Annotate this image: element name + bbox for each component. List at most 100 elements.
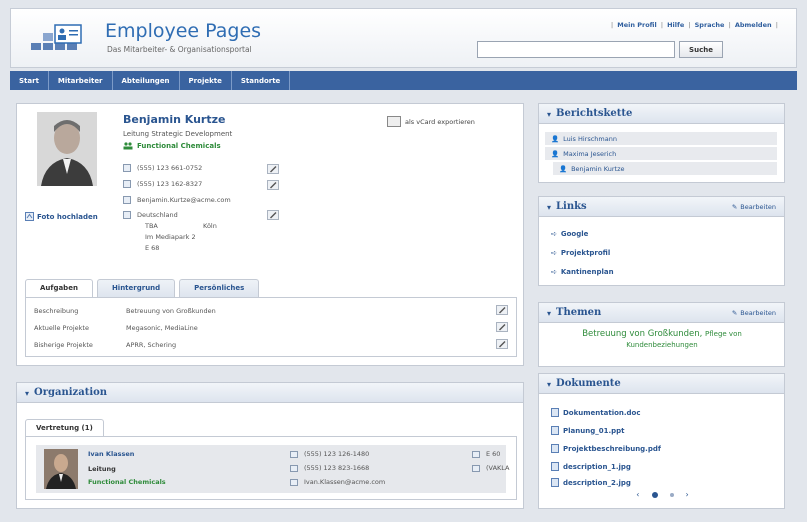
person-icon: 👤	[559, 164, 568, 173]
photo-upload-label: Foto hochladen	[37, 212, 98, 221]
topics-edit-button[interactable]: ✎ Bearbeiten	[732, 309, 776, 317]
topics-text: Betreuung von Großkunden, Pflege von Kun…	[549, 329, 775, 351]
address-row: Deutschland	[123, 211, 178, 219]
list-item[interactable]: 👤 Luis Hirschmann	[545, 132, 777, 145]
group-icon	[123, 142, 133, 150]
documents-header[interactable]: ▾ Dokumente	[539, 374, 784, 394]
deputy-email[interactable]: Ivan.Klassen@acme.com	[304, 478, 385, 486]
nav-abteilungen[interactable]: Abteilungen	[113, 71, 180, 90]
topic-main[interactable]: Betreuung von Großkunden,	[582, 329, 702, 339]
upload-icon	[25, 212, 34, 221]
tab-aufgaben[interactable]: Aufgaben	[25, 279, 93, 298]
vcard-label: als vCard exportieren	[405, 117, 475, 126]
deputy-company[interactable]: Functional Chemicals	[88, 478, 166, 486]
chevron-left-icon[interactable]: ‹	[636, 490, 639, 499]
edit-past-projects-icon[interactable]	[496, 339, 508, 349]
reporting-chain-header[interactable]: ▾ Berichtskette	[539, 104, 784, 124]
tab-hintergrund[interactable]: Hintergrund	[96, 279, 176, 298]
document-item[interactable]: description_2.jpg	[551, 478, 631, 487]
address-room-row: E 68	[145, 244, 159, 252]
person-icon: 👤	[551, 149, 560, 158]
list-item[interactable]: 👤 Benjamin Kurtze	[553, 162, 777, 175]
deputy-role: Leitung	[88, 465, 116, 473]
link-kantinenplan[interactable]: ➪ Kantinenplan	[551, 268, 614, 276]
address-street: Im Mediapark 2	[145, 233, 196, 241]
links-edit-button[interactable]: ✎ Bearbeiten	[732, 203, 776, 211]
nav-standorte[interactable]: Standorte	[232, 71, 291, 90]
organization-header[interactable]: ▾ Organization	[17, 383, 523, 403]
collapse-arrow-icon: ▾	[547, 307, 552, 318]
topics-header[interactable]: ▾ Themen ✎ Bearbeiten	[539, 303, 784, 323]
link-mein-profil[interactable]: Mein Profil	[617, 21, 656, 29]
link-sprache[interactable]: Sprache	[695, 21, 725, 29]
person-photo-icon	[37, 112, 97, 186]
link-google[interactable]: ➪ Google	[551, 230, 588, 238]
link-abmelden[interactable]: Abmelden	[735, 21, 772, 29]
edit-phone-icon[interactable]	[267, 164, 279, 174]
arrow-right-icon: ➪	[551, 230, 557, 238]
email-value[interactable]: Benjamin.Kurtze@acme.com	[137, 196, 231, 204]
search-button[interactable]: Suche	[679, 41, 723, 58]
page-dot-active[interactable]	[651, 492, 658, 498]
links-panel: ▾ Links ✎ Bearbeiten ➪ Google ➪ Projektprofi…	[538, 196, 785, 286]
organization-title: Organization	[34, 387, 108, 398]
separator: |	[688, 21, 691, 29]
phone-value: (555) 123 661-0752	[137, 164, 203, 172]
document-name: description_2.jpg	[563, 478, 631, 487]
tab-vertretung[interactable]: Vertretung (1)	[25, 419, 104, 436]
deputy-phone: (555) 123 126-1480	[304, 450, 370, 458]
pencil-icon: ✎	[731, 202, 738, 211]
topics-title: Themen	[556, 307, 602, 318]
mobile-icon	[123, 180, 131, 188]
tab-persoenliches[interactable]: Persönliches	[179, 279, 260, 298]
link-hilfe[interactable]: Hilfe	[667, 21, 684, 29]
task-key: Aktuelle Projekte	[34, 324, 89, 332]
nav-mitarbeiter[interactable]: Mitarbeiter	[49, 71, 113, 90]
document-item[interactable]: Planung_01.ppt	[551, 426, 624, 435]
nav-projekte[interactable]: Projekte	[180, 71, 232, 90]
table-row: Aktuelle Projekte Megasonic, MediaLine	[34, 324, 198, 332]
deputy-box: Ivan Klassen Leitung Functional Chemical…	[25, 436, 517, 500]
deputy-name[interactable]: Ivan Klassen	[88, 450, 134, 458]
table-row: Beschreibung Betreuung von Großkunden	[34, 307, 216, 315]
links-header[interactable]: ▾ Links ✎ Bearbeiten	[539, 197, 784, 217]
document-item[interactable]: Projektbeschreibung.pdf	[551, 444, 661, 453]
edit-current-projects-icon[interactable]	[496, 322, 508, 332]
page-dot[interactable]	[669, 493, 674, 497]
photo-upload-link[interactable]: Foto hochladen	[25, 212, 98, 221]
topics-edit-label: Bearbeiten	[740, 308, 776, 317]
pencil-icon: ✎	[731, 308, 738, 317]
address-icon	[123, 211, 131, 219]
edit-description-icon[interactable]	[496, 305, 508, 315]
person-icon: 👤	[551, 134, 560, 143]
links-edit-label: Bearbeiten	[740, 202, 776, 211]
mobile-row: (555) 123 162-8327	[123, 180, 202, 188]
document-icon	[551, 408, 559, 417]
task-value: Betreuung von Großkunden	[126, 307, 216, 315]
document-icon	[551, 478, 559, 487]
organization-panel: ▾ Organization Vertretung (1) Ivan Klasse…	[16, 382, 524, 509]
address-street-row: Im Mediapark 2	[145, 233, 196, 241]
separator: |	[728, 21, 731, 29]
search-input[interactable]	[477, 41, 675, 58]
document-item[interactable]: Dokumentation.doc	[551, 408, 641, 417]
email-icon	[290, 479, 298, 486]
email-icon	[123, 196, 131, 204]
deputy-location: (VAKLA	[486, 464, 510, 472]
edit-mobile-icon[interactable]	[267, 180, 279, 190]
tasks-table: Beschreibung Betreuung von Großkunden Akt…	[25, 297, 517, 357]
address-room: E 68	[145, 244, 160, 252]
list-item[interactable]: 👤 Maxima Jeserich	[545, 147, 777, 160]
profile-company-link[interactable]: Functional Chemicals	[123, 142, 221, 150]
nav-start[interactable]: Start	[10, 71, 49, 90]
documents-title: Dokumente	[556, 378, 621, 389]
edit-address-icon[interactable]	[267, 210, 279, 220]
topics-panel: ▾ Themen ✎ Bearbeiten Betreuung von Großku…	[538, 302, 785, 367]
document-item[interactable]: description_1.jpg	[551, 462, 631, 471]
vcard-export-link[interactable]: als vCard exportieren	[387, 116, 475, 127]
profile-panel: Foto hochladen Benjamin Kurtze Leitung S…	[16, 103, 524, 366]
link-projektprofil[interactable]: ➪ Projektprofil	[551, 249, 610, 257]
document-icon	[551, 444, 559, 453]
chevron-right-icon[interactable]: ›	[686, 490, 689, 499]
arrow-right-icon: ➪	[551, 268, 557, 276]
